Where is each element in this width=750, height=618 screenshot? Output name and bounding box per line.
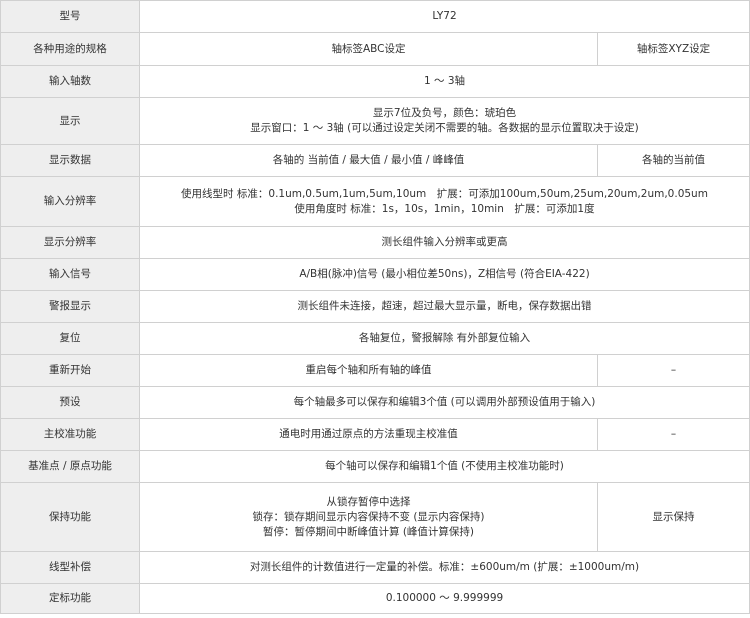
spec-value-xyz: – xyxy=(596,418,750,451)
spec-value: 对测长组件的计数值进行一定量的补偿。标准：±600um/m (扩展：±1000u… xyxy=(138,551,750,584)
spec-value-line: 锁存：锁存期间显示内容保持不变 (显示内容保持) xyxy=(252,510,485,523)
spec-value-abc: 重启每个轴和所有轴的峰值 xyxy=(139,354,598,387)
spec-label: 输入分辨率 xyxy=(0,176,140,227)
spec-value-line: – xyxy=(670,364,677,376)
spec-value-xyz: – xyxy=(596,354,750,387)
spec-row: 显示分辨率 测长组件输入分辨率或更高 xyxy=(0,226,750,259)
spec-table-body: 型号 LY72 各种用途的规格 轴标签ABC设定 轴标签XYZ设定输入轴数 1 ～ 3轴显… xyxy=(0,0,750,614)
spec-row: 重新开始 重启每个轴和所有轴的峰值 – xyxy=(0,354,750,387)
spec-value-line: 重启每个轴和所有轴的峰值 xyxy=(305,364,432,376)
spec-value-line: 显示保持 xyxy=(652,510,695,523)
spec-value: 各轴复位，警报解除 有外部复位输入 xyxy=(138,322,750,355)
spec-value-line: 显示7位及负号，颜色：琥珀色 xyxy=(372,107,517,119)
spec-row: 复位 各轴复位，警报解除 有外部复位输入 xyxy=(0,322,750,355)
spec-value-line: 从锁存暂停中选择 xyxy=(326,495,411,508)
spec-value: 使用线型时 标准：0.1um,0.5um,1um,5um,10um 扩展：可添加… xyxy=(138,176,750,227)
spec-value: LY72 xyxy=(138,0,750,33)
spec-table: 型号 LY72 各种用途的规格 轴标签ABC设定 轴标签XYZ设定输入轴数 1 ～ 3轴显… xyxy=(0,0,750,614)
spec-value: 每个轴可以保存和编辑1个值 (不使用主校准功能时) xyxy=(138,450,750,483)
spec-value-line: 通电时用通过原点的方法重现主校准值 xyxy=(279,428,458,440)
spec-value-xyz: 各轴的当前值 xyxy=(596,144,750,177)
spec-value-line: 对测长组件的计数值进行一定量的补偿。标准：±600um/m (扩展：±1000u… xyxy=(249,561,640,573)
spec-row: 输入分辨率 使用线型时 标准：0.1um,0.5um,1um,5um,10um 扩… xyxy=(0,176,750,227)
spec-label: 重新开始 xyxy=(0,354,140,387)
spec-value-line: 0.100000 ～ 9.999999 xyxy=(385,592,504,604)
spec-value-line: 每个轴可以保存和编辑1个值 (不使用主校准功能时) xyxy=(325,460,564,472)
spec-value-xyz: 轴标签XYZ设定 xyxy=(596,32,750,66)
spec-value-abc: 从锁存暂停中选择锁存：锁存期间显示内容保持不变 (显示内容保持) 暂停：暂停期间中… xyxy=(139,482,598,552)
spec-label: 显示 xyxy=(0,97,140,145)
spec-value-abc: 各轴的 当前值 / 最大值 / 最小值 / 峰峰值 xyxy=(139,144,598,177)
spec-value-line: – xyxy=(670,428,677,440)
spec-value-line: 使用线型时 标准：0.1um,0.5um,1um,5um,10um 扩展：可添加… xyxy=(181,187,708,200)
spec-value-line: 测长组件未连接，超速，超过最大显示量，断电，保存数据出错 xyxy=(297,300,592,312)
spec-value-line: A/B相(脉冲)信号 (最小相位差50ns)，Z相信号 (符合EIA-422) xyxy=(299,268,590,280)
spec-label: 警报显示 xyxy=(0,290,140,323)
spec-row: 各种用途的规格 轴标签ABC设定 轴标签XYZ设定 xyxy=(0,32,750,66)
spec-value-line: 每个轴最多可以保存和编辑3个值 (可以调用外部预设值用于输入) xyxy=(293,396,596,408)
spec-label: 输入轴数 xyxy=(0,65,140,98)
spec-label: 预设 xyxy=(0,386,140,419)
spec-label: 各种用途的规格 xyxy=(0,32,140,66)
spec-value: 显示7位及负号，颜色：琥珀色显示窗口：1 ～ 3轴 (可以通过设定关闭不需要的轴… xyxy=(138,97,750,145)
spec-value-line: 显示窗口：1 ～ 3轴 (可以通过设定关闭不需要的轴。各数据的显示位置取决于设定… xyxy=(250,122,639,134)
spec-value-abc: 通电时用通过原点的方法重现主校准值 xyxy=(139,418,598,451)
spec-row: 输入轴数 1 ～ 3轴 xyxy=(0,65,750,98)
spec-label: 复位 xyxy=(0,322,140,355)
spec-value-line: LY72 xyxy=(432,10,457,22)
spec-label: 线型补偿 xyxy=(0,551,140,584)
spec-value-line: 各轴的当前值 xyxy=(642,154,705,166)
spec-row: 显示 显示7位及负号，颜色：琥珀色 显示窗口：1 ～ 3轴 (可以通过设定关闭不需要… xyxy=(0,97,750,145)
spec-row: 输入信号 A/B相(脉冲)信号 (最小相位差50ns)，Z相信号 (符合EIA-4… xyxy=(0,258,750,291)
spec-row: 基准点 / 原点功能 每个轴可以保存和编辑1个值 (不使用主校准功能时) xyxy=(0,450,750,483)
spec-value: 0.100000 ～ 9.999999 xyxy=(138,583,750,614)
spec-value-line: 测长组件输入分辨率或更高 xyxy=(381,236,508,248)
spec-value: 1 ～ 3轴 xyxy=(138,65,750,98)
spec-value-line: 1 ～ 3轴 xyxy=(423,75,466,87)
spec-value-line: 暂停：暂停期间中断峰值计算 (峰值计算保持) xyxy=(262,525,475,538)
spec-label: 型号 xyxy=(0,0,140,33)
spec-row: 线型补偿 对测长组件的计数值进行一定量的补偿。标准：±600um/m (扩展：±1… xyxy=(0,551,750,584)
spec-label: 显示数据 xyxy=(0,144,140,177)
spec-label: 定标功能 xyxy=(0,583,140,614)
spec-label: 主校准功能 xyxy=(0,418,140,451)
spec-row: 显示数据 各轴的 当前值 / 最大值 / 最小值 / 峰峰值 各轴的当前值 xyxy=(0,144,750,177)
spec-row: 主校准功能 通电时用通过原点的方法重现主校准值 – xyxy=(0,418,750,451)
spec-value-abc: 轴标签ABC设定 xyxy=(139,32,598,66)
spec-row: 保持功能 从锁存暂停中选择锁存：锁存期间显示内容保持不变 (显示内容保持) 暂停：暂… xyxy=(0,482,750,552)
spec-row: 定标功能 0.100000 ～ 9.999999 xyxy=(0,583,750,614)
spec-label: 基准点 / 原点功能 xyxy=(0,450,140,483)
spec-value-line: 各轴复位，警报解除 有外部复位输入 xyxy=(358,332,531,344)
spec-value-line: 各轴的 当前值 / 最大值 / 最小值 / 峰峰值 xyxy=(272,154,465,166)
spec-value: 测长组件未连接，超速，超过最大显示量，断电，保存数据出错 xyxy=(138,290,750,323)
spec-row: 型号 LY72 xyxy=(0,0,750,33)
spec-value: A/B相(脉冲)信号 (最小相位差50ns)，Z相信号 (符合EIA-422) xyxy=(138,258,750,291)
spec-row: 预设 每个轴最多可以保存和编辑3个值 (可以调用外部预设值用于输入) xyxy=(0,386,750,419)
spec-value-xyz: 显示保持 xyxy=(596,482,750,552)
spec-value: 测长组件输入分辨率或更高 xyxy=(138,226,750,259)
spec-value-line: 轴标签ABC设定 xyxy=(331,42,406,55)
spec-value-line: 使用角度时 标准：1s，10s，1min，10min 扩展：可添加1度 xyxy=(294,202,595,215)
spec-value: 每个轴最多可以保存和编辑3个值 (可以调用外部预设值用于输入) xyxy=(138,386,750,419)
spec-value-line: 轴标签XYZ设定 xyxy=(636,42,711,55)
spec-label: 保持功能 xyxy=(0,482,140,552)
spec-label: 输入信号 xyxy=(0,258,140,291)
spec-row: 警报显示 测长组件未连接，超速，超过最大显示量，断电，保存数据出错 xyxy=(0,290,750,323)
spec-label: 显示分辨率 xyxy=(0,226,140,259)
